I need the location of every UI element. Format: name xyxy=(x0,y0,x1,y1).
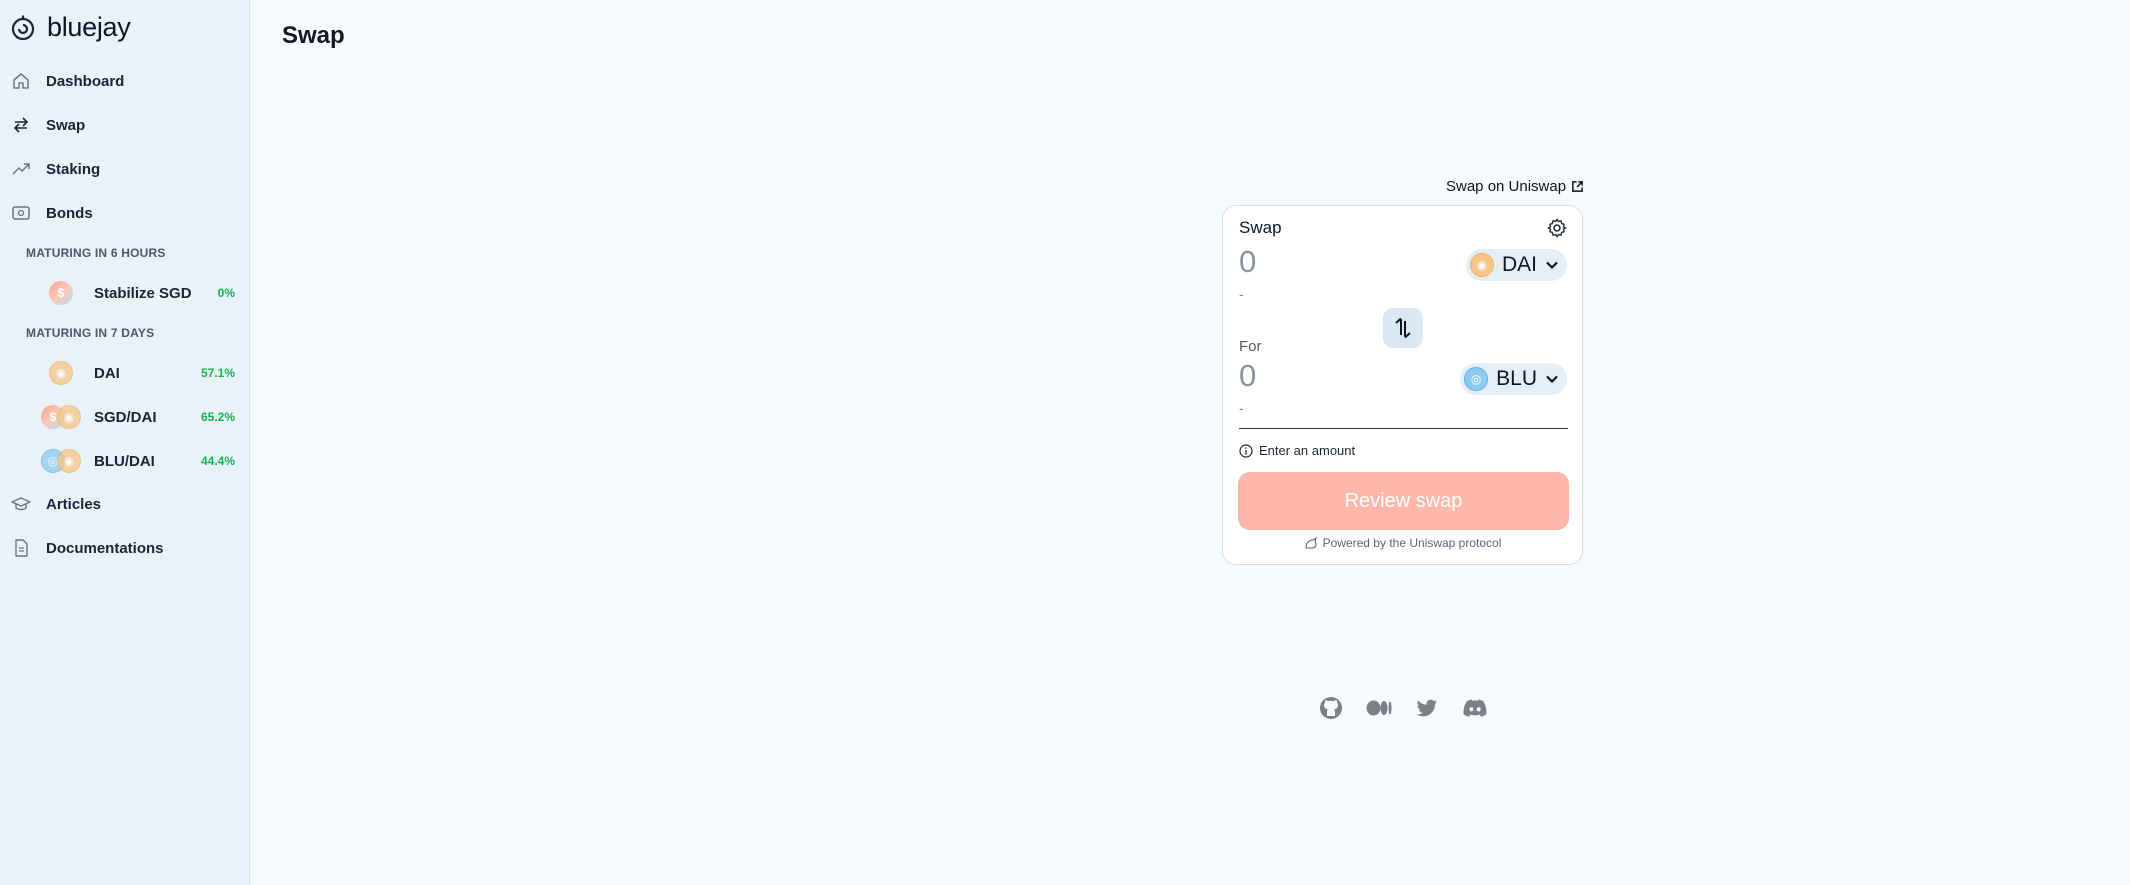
chevron-down-icon xyxy=(1546,375,1558,384)
twitter-icon[interactable] xyxy=(1414,695,1440,721)
output-label: For xyxy=(1239,338,1262,355)
external-link-icon xyxy=(1572,181,1583,192)
uniswap-unicorn-icon xyxy=(1305,536,1317,549)
token-symbol: BLU xyxy=(1496,367,1537,390)
bond-apy: 44.4% xyxy=(200,454,235,468)
input-usd-value: - xyxy=(1239,286,1244,302)
ticket-icon xyxy=(10,202,32,224)
bond-name: Stabilize SGD xyxy=(94,284,192,302)
bond-apy: 65.2% xyxy=(200,410,235,424)
swap-arrows-icon xyxy=(10,114,32,136)
divider xyxy=(1239,428,1568,429)
bond-item-sgd-dai[interactable]: $ ◉ SGD/DAI 65.2% xyxy=(40,401,235,433)
link-label: Swap on Uniswap xyxy=(1446,178,1567,195)
trending-up-icon xyxy=(10,158,32,180)
output-token-selector[interactable]: ◎ BLU xyxy=(1460,363,1567,395)
page-title: Swap xyxy=(282,22,345,49)
graduation-cap-icon xyxy=(10,493,32,515)
bond-item-blu-dai[interactable]: ◎ ◉ BLU/DAI 44.4% xyxy=(40,445,235,477)
token-icons: ◎ ◉ xyxy=(40,449,94,473)
token-symbol: DAI xyxy=(1501,253,1537,276)
swap-vertical-icon xyxy=(1395,317,1411,339)
bond-item-stabilize-sgd[interactable]: $ Stabilize SGD 0% xyxy=(40,277,235,309)
sidebar-item-label: Articles xyxy=(46,495,102,513)
dai-coin-icon: ◉ xyxy=(49,361,73,385)
swap-on-uniswap-link[interactable]: Swap on Uniswap xyxy=(1446,178,1584,195)
sidebar-item-dashboard[interactable]: Dashboard xyxy=(10,65,124,97)
home-icon xyxy=(10,70,32,92)
swap-widget: Swap - ◉ DAI For - ◎ BLU Enter an amount… xyxy=(1222,205,1583,565)
sidebar-item-label: Swap xyxy=(46,116,86,134)
medium-icon[interactable] xyxy=(1366,695,1392,721)
switch-tokens-button[interactable] xyxy=(1383,308,1423,348)
sidebar-item-label: Documentations xyxy=(46,539,164,557)
token-icons: ◉ xyxy=(40,361,94,385)
discord-icon[interactable] xyxy=(1462,695,1488,721)
blu-coin-icon: ◎ xyxy=(1464,367,1489,391)
token-icons: $ xyxy=(40,281,94,305)
chevron-down-icon xyxy=(1546,261,1558,270)
dai-coin-icon: ◉ xyxy=(57,405,81,429)
bond-apy: 0% xyxy=(217,286,235,300)
input-token-selector[interactable]: ◉ DAI xyxy=(1465,249,1567,281)
sidebar-item-label: Dashboard xyxy=(46,72,125,90)
bond-section-heading: MATURING IN 6 HOURS xyxy=(26,246,166,260)
sidebar-item-bonds[interactable]: Bonds xyxy=(10,197,93,229)
sgd-coin-icon: $ xyxy=(49,281,73,305)
review-swap-button[interactable]: Review swap xyxy=(1238,472,1569,530)
github-icon[interactable] xyxy=(1318,695,1344,721)
hint-text: Enter an amount xyxy=(1259,443,1356,458)
sidebar-item-articles[interactable]: Articles xyxy=(10,488,101,520)
bond-section-heading: MATURING IN 7 DAYS xyxy=(26,326,155,340)
token-icons: $ ◉ xyxy=(40,405,94,429)
output-amount-field[interactable] xyxy=(1239,358,1419,394)
dai-coin-icon: ◉ xyxy=(57,449,81,473)
sidebar-item-label: Bonds xyxy=(46,204,93,222)
powered-by: Powered by the Uniswap protocol xyxy=(1223,536,1582,550)
info-icon xyxy=(1239,443,1253,458)
input-amount-field[interactable] xyxy=(1239,244,1419,280)
swap-widget-title: Swap xyxy=(1239,218,1282,237)
bond-item-dai[interactable]: ◉ DAI 57.1% xyxy=(40,357,235,389)
sidebar-item-documentations[interactable]: Documentations xyxy=(10,532,164,564)
sidebar-item-swap[interactable]: Swap xyxy=(10,109,85,141)
bond-apy: 57.1% xyxy=(200,366,235,380)
social-links xyxy=(1318,695,1488,721)
sidebar: bluejay Dashboard Swap Staking Bonds MAT… xyxy=(0,0,250,885)
dai-coin-icon: ◉ xyxy=(1469,253,1494,277)
brand[interactable]: bluejay xyxy=(9,12,131,43)
document-icon xyxy=(10,537,32,559)
bond-name: DAI xyxy=(94,364,120,382)
settings-gear-icon[interactable] xyxy=(1546,217,1568,239)
powered-by-text: Powered by the Uniswap protocol xyxy=(1322,536,1502,550)
bluejay-logo-icon xyxy=(11,15,35,40)
sidebar-item-label: Staking xyxy=(46,160,101,178)
amount-hint: Enter an amount xyxy=(1239,443,1355,458)
output-usd-value: - xyxy=(1239,400,1244,416)
bond-name: SGD/DAI xyxy=(94,408,157,426)
sidebar-item-staking[interactable]: Staking xyxy=(10,153,100,185)
bond-name: BLU/DAI xyxy=(94,452,155,470)
brand-name: bluejay xyxy=(47,12,131,42)
